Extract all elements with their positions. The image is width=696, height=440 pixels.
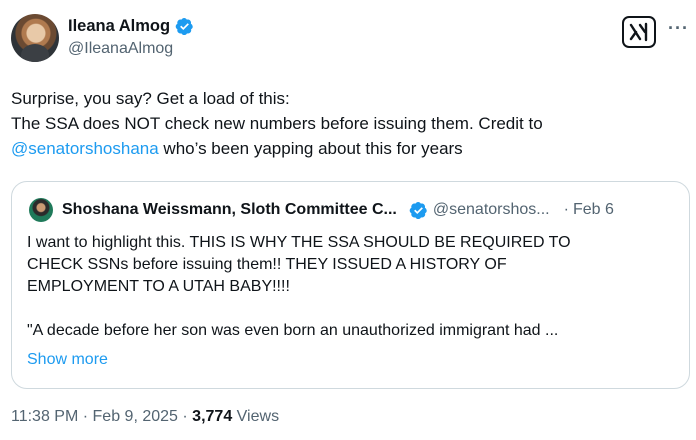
quoted-line: CHECK SSNs before issuing them!! THEY IS… [27, 256, 507, 273]
tweet-time[interactable]: 11:38 PM [11, 408, 78, 425]
tweet-metadata: 11:38 PM · Feb 9, 2025 · 3,774 Views [11, 408, 279, 426]
tweet-line-rest: who’s been yapping about this for years [158, 139, 463, 158]
more-icon: ··· [668, 18, 689, 38]
views-label: Views [236, 408, 280, 425]
tweet-line: Surprise, you say? Get a load of this: [11, 89, 290, 108]
quoted-author-display-name: Shoshana Weissmann, Sloth Committee C... [62, 201, 397, 218]
quoted-line: EMPLOYMENT TO A UTAH BABY!!!! [27, 278, 290, 295]
author-display-name[interactable]: Ileana Almog [68, 17, 170, 36]
mention-link[interactable]: @senatorshoshana [11, 139, 159, 158]
grok-icon [629, 22, 648, 42]
tweet-line: @senatorshoshana who’s been yapping abou… [11, 136, 683, 161]
tweet-line: The SSA does NOT check new numbers befor… [11, 114, 543, 133]
quoted-tweet-date: Feb 6 [572, 201, 614, 218]
tweet-text: Surprise, you say? Get a load of this: T… [11, 86, 683, 161]
grok-button[interactable] [622, 16, 656, 48]
separator-dot: · [82, 408, 89, 425]
show-more-link[interactable]: Show more [27, 351, 108, 369]
author-name-row: Ileana Almog [68, 14, 194, 38]
more-options-button[interactable]: ··· [668, 18, 689, 39]
views-count: 3,774 [192, 408, 233, 425]
separator-dot: · [563, 201, 569, 218]
separator-dot: · [182, 408, 188, 425]
quoted-tweet-card[interactable]: Shoshana Weissmann, Sloth Committee C...… [11, 181, 690, 389]
quoted-line: I want to highlight this. THIS IS WHY TH… [27, 234, 571, 251]
quoted-tweet-header: Shoshana Weissmann, Sloth Committee C...… [62, 198, 614, 222]
author-avatar[interactable] [11, 14, 59, 62]
author-handle[interactable]: @IleanaAlmog [68, 40, 173, 58]
quoted-line: "A decade before her son was even born a… [27, 322, 559, 339]
quoted-author-handle: @senatorshos... [432, 201, 550, 218]
verified-badge-icon [409, 201, 427, 219]
quoted-tweet-body: I want to highlight this. THIS IS WHY TH… [27, 232, 687, 342]
tweet-date[interactable]: Feb 9, 2025 [93, 408, 178, 425]
verified-badge-icon[interactable] [175, 17, 194, 36]
quoted-author-avatar [29, 198, 53, 222]
